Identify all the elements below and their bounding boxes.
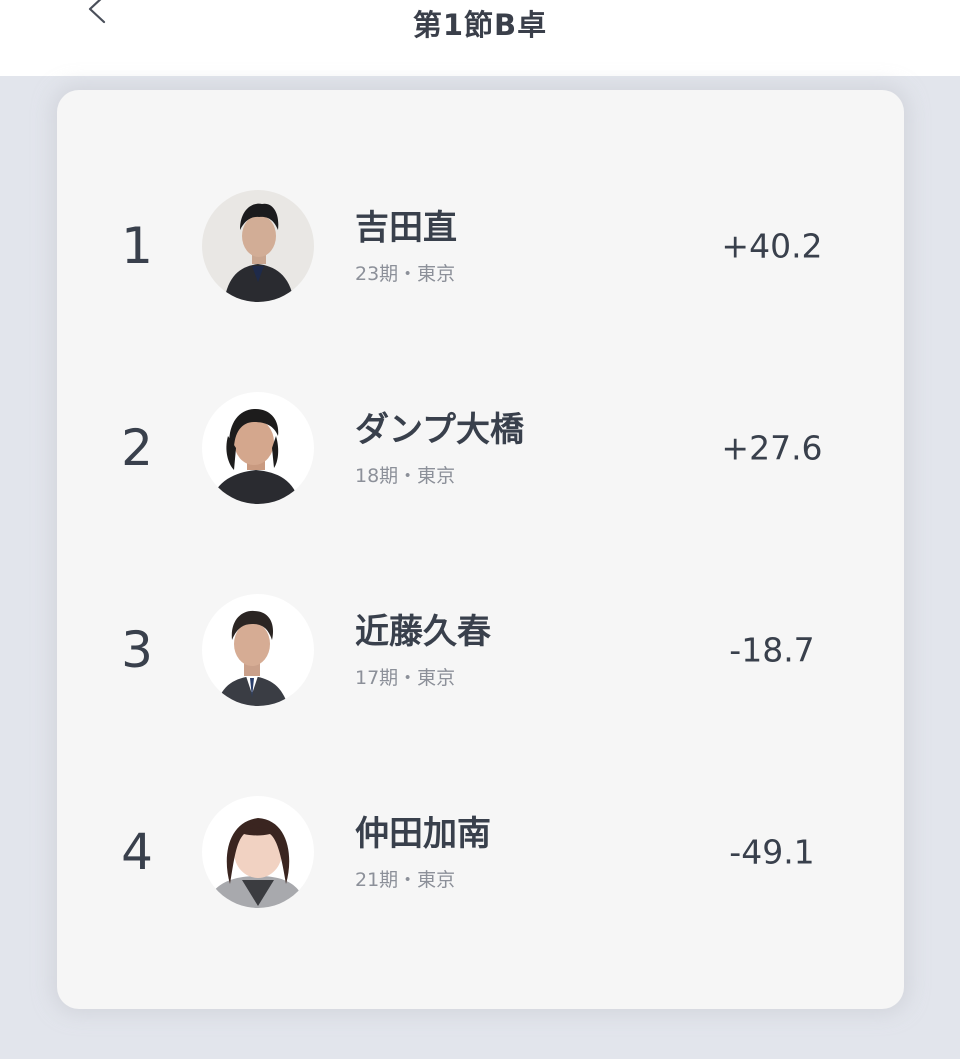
result-row[interactable]: 4 仲田加南 21期・東京 -49.1 <box>57 796 904 908</box>
player-score: -49.1 <box>729 832 815 872</box>
page-title: 第1節B卓 <box>412 8 548 42</box>
rank-number: 3 <box>121 621 153 679</box>
player-name: 仲田加南 <box>355 814 491 854</box>
player-score: -18.7 <box>729 630 815 670</box>
player-name: 近藤久春 <box>355 612 491 652</box>
header-bar: 第1節B卓 <box>0 0 960 76</box>
rank-number: 4 <box>121 823 153 881</box>
avatar <box>202 796 314 908</box>
player-name: ダンプ大橋 <box>355 410 524 450</box>
results-card: 1 吉田直 23期・東京 +40.2 2 ダンプ大橋 18期・東京 +27.6 … <box>57 90 904 1009</box>
rank-number: 2 <box>121 419 153 477</box>
player-info: 17期・東京 <box>355 667 456 689</box>
player-score: +27.6 <box>721 428 823 468</box>
rank-number: 1 <box>121 217 153 275</box>
player-info: 21期・東京 <box>355 869 456 891</box>
player-name: 吉田直 <box>355 208 457 248</box>
player-info: 23期・東京 <box>355 263 456 285</box>
avatar <box>202 594 314 706</box>
result-row[interactable]: 2 ダンプ大橋 18期・東京 +27.6 <box>57 392 904 504</box>
avatar <box>202 392 314 504</box>
player-info: 18期・東京 <box>355 465 456 487</box>
player-score: +40.2 <box>721 226 823 266</box>
result-row[interactable]: 1 吉田直 23期・東京 +40.2 <box>57 190 904 302</box>
result-row[interactable]: 3 近藤久春 17期・東京 -18.7 <box>57 594 904 706</box>
avatar <box>202 190 314 302</box>
